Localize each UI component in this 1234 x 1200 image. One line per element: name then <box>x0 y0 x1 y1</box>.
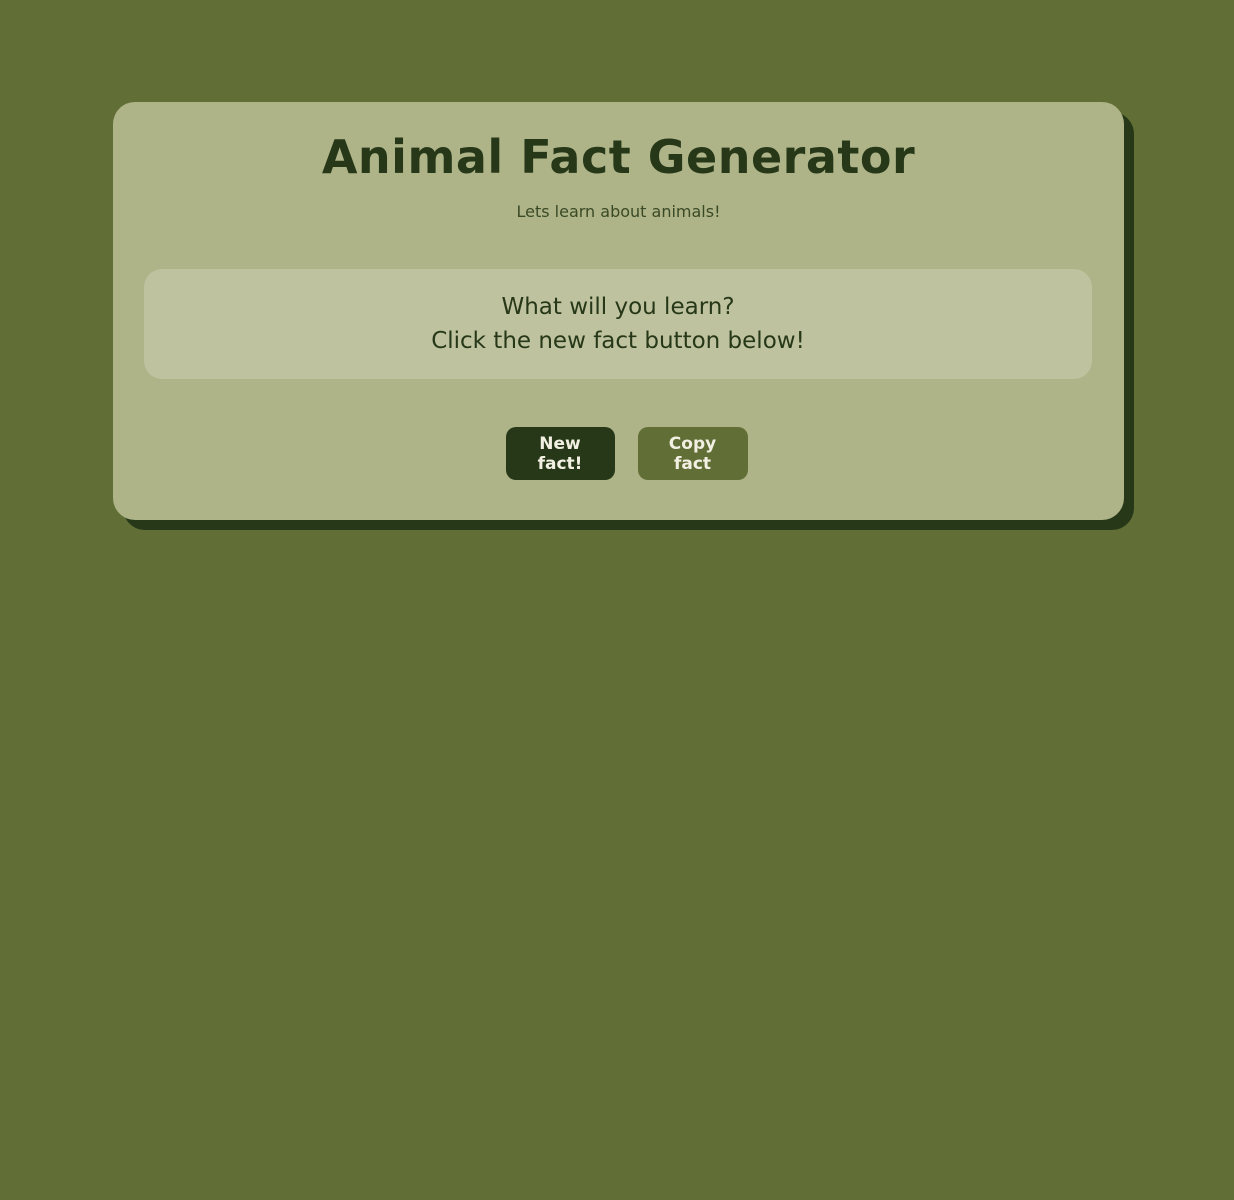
page-subtitle: Lets learn about animals! <box>516 202 721 221</box>
fact-display: What will you learn? Click the new fact … <box>144 269 1092 379</box>
new-fact-button[interactable]: New fact! <box>505 427 615 480</box>
fact-text-line-2: Click the new fact button below! <box>431 328 805 354</box>
page-title: Animal Fact Generator <box>321 130 916 184</box>
button-row: New fact! Copy fact <box>113 427 1124 480</box>
fact-card: Animal Fact Generator Lets learn about a… <box>113 102 1124 520</box>
copy-fact-button[interactable]: Copy fact <box>637 427 748 480</box>
fact-text-line-1: What will you learn? <box>501 294 735 320</box>
